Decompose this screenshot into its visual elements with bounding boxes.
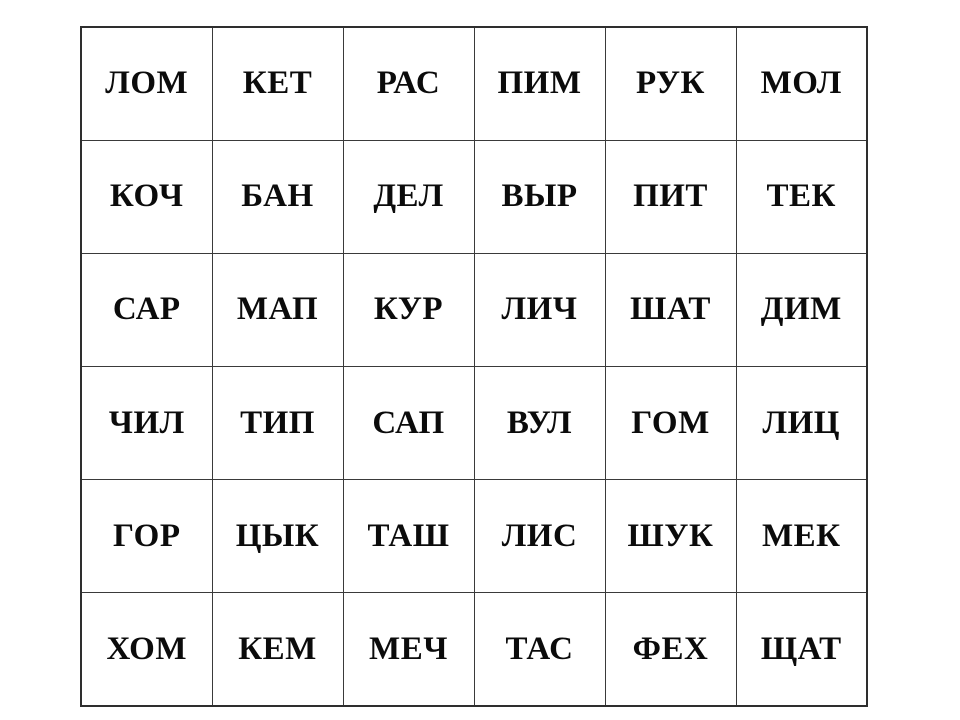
syllable-cell[interactable]: ШАТ [604,252,737,367]
syllable-cell[interactable]: ХОМ [80,592,213,707]
syllable-cell[interactable]: МЕК [735,479,868,594]
syllable-cell[interactable]: САП [342,365,475,481]
syllable-cell[interactable]: ТЕК [735,139,868,254]
syllable-text: РУК [636,65,705,102]
syllable-text: ФЕХ [632,630,709,667]
syllable-cell[interactable]: ЦЫК [211,479,344,594]
syllable-cell[interactable]: ГОР [80,479,213,594]
syllable-text: ШУК [627,517,714,554]
syllable-cell[interactable]: КУР [342,252,475,367]
syllable-text: ТАШ [367,517,450,554]
table-row: ЧИЛ ТИП САП ВУЛ ГОМ ЛИЦ [80,365,868,481]
table-row: САР МАП КУР ЛИЧ ШАТ ДИМ [80,252,868,367]
syllable-cell[interactable]: МЕЧ [342,592,475,707]
syllable-cell[interactable]: КОЧ [80,139,213,254]
syllable-cell[interactable]: САР [80,252,213,367]
syllable-sheet: ЛОМ КЕТ РАС ПИМ РУК МОЛ КОЧ БАН ДЕЛ ВЫР … [0,0,960,720]
syllable-text: ЧИЛ [108,404,185,441]
syllable-cell[interactable]: ЛИЦ [735,365,868,481]
syllable-cell[interactable]: ЩАТ [735,592,868,707]
syllable-text: ТАС [505,630,574,667]
syllable-cell[interactable]: МОЛ [735,26,868,141]
syllable-cell[interactable]: БАН [211,139,344,254]
syllable-cell[interactable]: ПИМ [473,26,606,141]
syllable-cell[interactable]: ФЕХ [604,592,737,707]
syllable-text: ЦЫК [235,517,320,554]
syllable-text: ШАТ [630,291,711,328]
syllable-text: ГОР [113,517,181,554]
syllable-cell[interactable]: ВЫР [473,139,606,254]
syllable-cell[interactable]: МАП [211,252,344,367]
syllable-cell[interactable]: РАС [342,26,475,141]
syllable-text: САП [372,404,445,441]
syllable-cell[interactable]: ВУЛ [473,365,606,481]
syllable-text: ПИМ [497,65,582,102]
syllable-text: КУР [373,291,444,328]
syllable-text: КОЧ [109,178,184,215]
syllable-text: ЛИС [501,517,578,554]
syllable-text: ТЕК [766,178,836,215]
syllable-cell[interactable]: ПИТ [604,139,737,254]
syllable-cell[interactable]: ЛОМ [80,26,213,141]
table-row: ХОМ КЕМ МЕЧ ТАС ФЕХ ЩАТ [80,592,868,707]
syllable-text: МЕК [761,517,841,554]
table-row: ЛОМ КЕТ РАС ПИМ РУК МОЛ [80,26,868,141]
syllable-text: ЛИЦ [762,404,840,441]
syllable-text: ГОМ [631,404,710,441]
syllable-cell[interactable]: ГОМ [604,365,737,481]
syllable-text: ЩАТ [760,630,842,667]
syllable-cell[interactable]: ЧИЛ [80,365,213,481]
syllable-text: МЕЧ [369,630,448,667]
syllable-cell[interactable]: ТИП [211,365,344,481]
syllable-text: ВЫР [501,178,578,215]
table-row: ГОР ЦЫК ТАШ ЛИС ШУК МЕК [80,479,868,594]
syllable-text: БАН [241,178,314,215]
syllable-text: КЕТ [242,65,313,102]
syllable-text: ХОМ [106,630,187,667]
syllable-cell[interactable]: ШУК [604,479,737,594]
syllable-table: ЛОМ КЕТ РАС ПИМ РУК МОЛ КОЧ БАН ДЕЛ ВЫР … [80,26,868,707]
syllable-text: ТИП [240,404,315,441]
syllable-text: ДИМ [760,291,842,328]
syllable-cell[interactable]: РУК [604,26,737,141]
syllable-text: САР [112,291,181,328]
syllable-text: ЛОМ [105,65,189,102]
table-row: КОЧ БАН ДЕЛ ВЫР ПИТ ТЕК [80,139,868,254]
syllable-text: МОЛ [760,65,842,102]
syllable-table-body: ЛОМ КЕТ РАС ПИМ РУК МОЛ КОЧ БАН ДЕЛ ВЫР … [80,26,868,707]
syllable-cell[interactable]: КЕМ [211,592,344,707]
syllable-cell[interactable]: ЛИЧ [473,252,606,367]
syllable-cell[interactable]: ТАС [473,592,606,707]
syllable-cell[interactable]: ЛИС [473,479,606,594]
syllable-cell[interactable]: КЕТ [211,26,344,141]
syllable-text: МАП [236,291,319,328]
syllable-cell[interactable]: ТАШ [342,479,475,594]
syllable-text: РАС [376,65,441,102]
syllable-cell[interactable]: ДЕЛ [342,139,475,254]
syllable-text: ДЕЛ [373,178,444,215]
syllable-text: ПИТ [633,178,708,215]
syllable-text: ЛИЧ [501,291,578,328]
syllable-text: ВУЛ [506,404,573,441]
syllable-text: КЕМ [238,630,317,667]
syllable-cell[interactable]: ДИМ [735,252,868,367]
